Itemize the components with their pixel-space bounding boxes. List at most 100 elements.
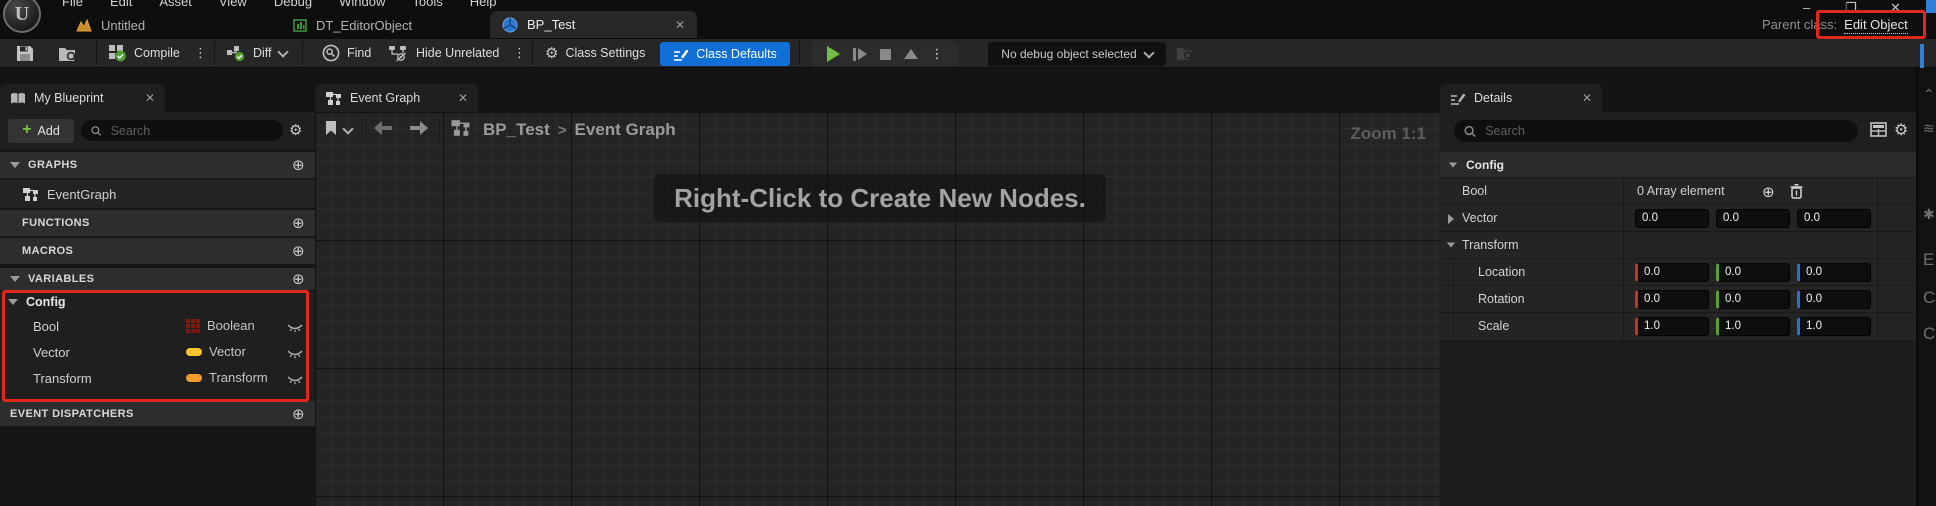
bookmark-icon[interactable]	[325, 120, 337, 141]
scale-y-input[interactable]: 1.0	[1716, 317, 1790, 336]
tab-bp-test[interactable]: BP_Test ✕	[490, 11, 697, 38]
property-label: Location	[1478, 265, 1525, 279]
nav-back-icon[interactable]	[373, 121, 393, 140]
tab-dt-editorobject[interactable]: DT_EditorObject	[281, 12, 449, 38]
nav-forward-icon[interactable]	[409, 121, 429, 140]
column-divider[interactable]	[1623, 259, 1624, 285]
event-graph-item[interactable]: EventGraph	[0, 180, 315, 208]
minimize-button[interactable]: –	[1803, 0, 1810, 15]
browse-debug-object-button[interactable]	[1176, 39, 1194, 67]
eject-icon[interactable]	[904, 49, 918, 59]
variable-type: Boolean	[186, 318, 255, 333]
hide-unrelated-button[interactable]: Hide Unrelated	[388, 39, 499, 67]
eye-closed-icon[interactable]	[287, 320, 303, 338]
section-graphs[interactable]: GRAPHS ⊕	[0, 152, 315, 178]
add-event-dispatcher-icon[interactable]: ⊕	[292, 405, 305, 423]
tab-my-blueprint[interactable]: My Blueprint ✕	[0, 84, 165, 112]
compile-options-dots[interactable]: ⋮	[194, 39, 207, 67]
browse-to-asset-button[interactable]	[58, 39, 78, 67]
menu-view[interactable]: View	[219, 0, 247, 12]
tab-untitled[interactable]: Untitled	[64, 12, 216, 38]
breadcrumb-current[interactable]: Event Graph	[575, 120, 676, 140]
breadcrumb-root[interactable]: BP_Test	[483, 120, 550, 140]
section-label: MACROS	[22, 245, 73, 257]
add-array-element-icon[interactable]: ⊕	[1762, 183, 1775, 201]
column-divider[interactable]	[1623, 232, 1624, 258]
close-icon[interactable]: ✕	[675, 18, 685, 32]
rotation-x-input[interactable]: 0.0	[1635, 290, 1709, 309]
column-divider[interactable]	[1623, 178, 1624, 204]
vector-z-input[interactable]: 0.0	[1797, 209, 1871, 228]
scale-x-input[interactable]: 1.0	[1635, 317, 1709, 336]
section-variables[interactable]: VARIABLES ⊕	[0, 268, 315, 290]
rotation-y-input[interactable]: 0.0	[1716, 290, 1790, 309]
eye-closed-icon[interactable]	[287, 346, 303, 364]
compile-button[interactable]: Compile	[108, 39, 180, 67]
chevron-down-icon[interactable]	[342, 123, 353, 134]
maximize-button[interactable]: ❐	[1845, 0, 1857, 16]
hide-unrelated-label: Hide Unrelated	[416, 46, 499, 60]
class-settings-button[interactable]: ⚙ Class Settings	[545, 39, 645, 67]
vector-y-input[interactable]: 0.0	[1716, 209, 1790, 228]
details-search-field[interactable]	[1454, 120, 1858, 142]
column-divider[interactable]	[1623, 205, 1624, 231]
debug-object-label: No debug object selected	[1001, 47, 1136, 61]
location-x-input[interactable]: 0.0	[1635, 263, 1709, 282]
details-section-config[interactable]: Config	[1440, 152, 1916, 177]
close-icon[interactable]: ✕	[1582, 91, 1592, 105]
add-button[interactable]: + Add	[8, 119, 74, 143]
play-icon[interactable]	[827, 46, 840, 62]
tab-event-graph[interactable]: Event Graph ✕	[315, 84, 478, 112]
column-divider[interactable]	[1623, 286, 1624, 312]
gear-icon: ⚙	[545, 46, 558, 61]
gear-icon[interactable]: ⚙	[289, 123, 302, 138]
search-input[interactable]	[1483, 123, 1848, 139]
section-macros[interactable]: MACROS ⊕	[0, 238, 315, 264]
column-divider	[1877, 178, 1878, 204]
close-window-button[interactable]: ✕	[1890, 0, 1901, 16]
event-graph-canvas[interactable]: BP_Test > Event Graph Zoom 1:1 Right-Cli…	[315, 112, 1440, 506]
add-macro-icon[interactable]: ⊕	[292, 242, 305, 260]
location-y-input[interactable]: 0.0	[1716, 263, 1790, 282]
close-icon[interactable]: ✕	[145, 91, 155, 105]
location-z-input[interactable]: 0.0	[1797, 263, 1871, 282]
tab-details[interactable]: Details ✕	[1440, 84, 1602, 112]
menu-help[interactable]: Help	[470, 0, 497, 12]
find-button[interactable]: Find	[322, 39, 371, 67]
config-category-header[interactable]: Config	[8, 295, 66, 309]
clipped-glyph: ⌃	[1923, 86, 1935, 103]
menu-tools[interactable]: Tools	[412, 0, 442, 12]
rotation-z-input[interactable]: 0.0	[1797, 290, 1871, 309]
frame-skip-icon[interactable]	[853, 48, 867, 61]
menu-debug[interactable]: Debug	[274, 0, 312, 12]
menu-edit[interactable]: Edit	[110, 0, 132, 12]
trash-icon[interactable]	[1790, 184, 1803, 204]
play-options-dots[interactable]: ⋮	[931, 46, 944, 62]
display-options-table-icon[interactable]	[1870, 122, 1887, 142]
collapse-arrow-icon[interactable]	[1447, 242, 1456, 247]
search-input[interactable]	[109, 123, 273, 139]
scale-z-input[interactable]: 1.0	[1797, 317, 1871, 336]
close-icon[interactable]: ✕	[458, 91, 468, 105]
add-function-icon[interactable]: ⊕	[292, 214, 305, 232]
save-button[interactable]	[16, 39, 34, 67]
gear-icon[interactable]: ⚙	[1894, 123, 1908, 139]
section-event-dispatchers[interactable]: EVENT DISPATCHERS ⊕	[0, 401, 315, 426]
vector-x-input[interactable]: 0.0	[1635, 209, 1709, 228]
parent-class-value[interactable]: Edit Object	[1844, 17, 1908, 34]
stop-icon[interactable]	[880, 49, 891, 60]
menu-window[interactable]: Window	[339, 0, 385, 12]
section-functions[interactable]: FUNCTIONS ⊕	[0, 210, 315, 236]
diff-button[interactable]: Diff	[226, 39, 287, 67]
menu-file[interactable]: File	[62, 0, 83, 12]
debug-object-dropdown[interactable]: No debug object selected	[988, 42, 1166, 66]
add-variable-icon[interactable]: ⊕	[292, 270, 305, 288]
hide-unrelated-options-dots[interactable]: ⋮	[513, 39, 526, 67]
eye-closed-icon[interactable]	[287, 372, 303, 390]
class-defaults-button[interactable]: Class Defaults	[660, 42, 790, 66]
menu-asset[interactable]: Asset	[159, 0, 192, 12]
column-divider[interactable]	[1623, 313, 1624, 340]
add-graph-icon[interactable]: ⊕	[292, 156, 305, 174]
expand-arrow-icon[interactable]	[1448, 214, 1454, 224]
blueprint-search-field[interactable]	[81, 120, 283, 141]
